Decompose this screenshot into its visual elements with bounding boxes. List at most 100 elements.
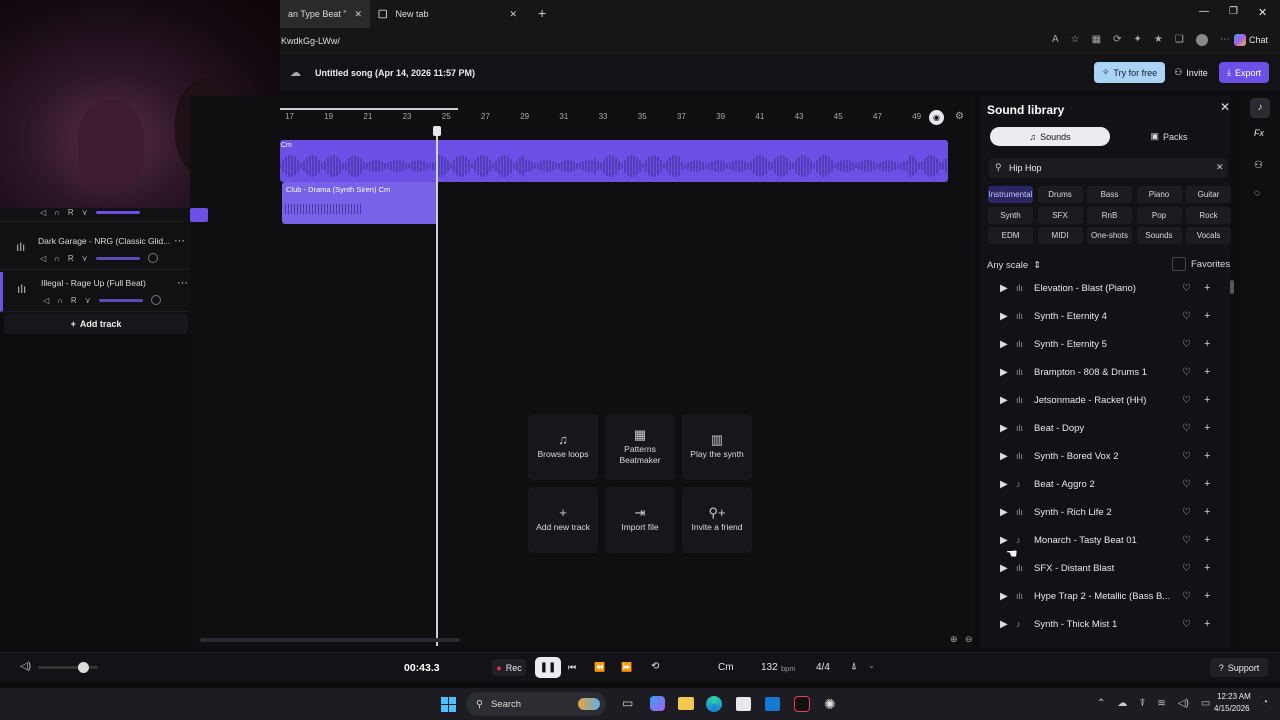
sound-list-item[interactable]: ▶ ılı Synth - Eternity 5 ♡ +: [994, 330, 1220, 358]
heart-icon[interactable]: ♡: [1182, 395, 1191, 406]
sound-list-item[interactable]: ▶ ılı Brampton - 808 & Drums 1 ♡ +: [994, 358, 1220, 386]
export-button[interactable]: ⤓ Export: [1219, 62, 1269, 83]
track-menu-icon[interactable]: ⋯: [177, 276, 188, 289]
play-icon[interactable]: ▶: [1000, 395, 1008, 406]
filter-chip[interactable]: Pop: [1136, 206, 1182, 224]
task-view-icon[interactable]: ▭: [622, 696, 633, 710]
key-display[interactable]: Cm: [718, 662, 734, 673]
zoom-in-icon[interactable]: ⊕: [950, 634, 958, 645]
loop-icon[interactable]: ⟲: [651, 661, 659, 672]
edge-browser-icon[interactable]: [706, 696, 722, 712]
tray-chevron-icon[interactable]: ⌃: [1097, 698, 1105, 709]
play-icon[interactable]: ▶: [1000, 423, 1008, 434]
sound-list-item[interactable]: ▶ ılı Jetsonmade - Racket (HH) ♡ +: [994, 386, 1220, 414]
taskbar-search[interactable]: ⚲ Search: [466, 692, 606, 716]
track-name[interactable]: Dark Garage - NRG (Classic Glid...: [38, 236, 170, 246]
record-mode-button[interactable]: ◉: [929, 110, 944, 125]
action-person-add[interactable]: ⚲+ Invite a friend: [682, 487, 752, 553]
cloud-tray-icon[interactable]: ☁: [1117, 698, 1127, 709]
record-arm-button[interactable]: R: [68, 208, 74, 217]
maximize-icon[interactable]: ❐: [1229, 6, 1238, 17]
sound-list-item[interactable]: ▶ ılı Synth - Rich Life 2 ♡ +: [994, 498, 1220, 526]
battery-icon[interactable]: ▭: [1201, 698, 1210, 709]
close-tab-icon[interactable]: ✕: [509, 9, 517, 20]
add-sound-icon[interactable]: +: [1204, 590, 1210, 602]
favorites-checkbox[interactable]: [1172, 257, 1186, 271]
read-aloud-icon[interactable]: A: [1052, 34, 1059, 46]
fast-forward-icon[interactable]: ⏩: [621, 662, 632, 673]
filter-chip[interactable]: MIDI: [1037, 227, 1083, 244]
library-rail-icon[interactable]: ♪: [1250, 98, 1270, 118]
pan-knob[interactable]: [150, 295, 161, 305]
add-sound-icon[interactable]: +: [1204, 534, 1210, 546]
timeline-settings-icon[interactable]: ⚙: [955, 111, 964, 122]
scale-select[interactable]: Any scale ⇕: [987, 260, 1041, 271]
automation-icon[interactable]: ⋎: [85, 296, 91, 305]
record-arm-button[interactable]: R: [71, 296, 77, 305]
volume-icon[interactable]: ◁: [40, 254, 46, 263]
sound-list-item[interactable]: ▶ ılı Hype Trap 2 - Metallic (Bass B... ♡ +: [994, 582, 1220, 610]
favorite-star-icon[interactable]: ☆: [1071, 34, 1080, 46]
volume-slider[interactable]: [98, 298, 143, 302]
sound-list-item[interactable]: ▶ ılı SFX - Distant Blast ♡ +: [994, 554, 1220, 582]
record-button[interactable]: ● Rec: [492, 659, 526, 676]
metronome-icon[interactable]: ⍋: [851, 661, 857, 672]
effects-rail-icon[interactable]: Fx: [1254, 128, 1264, 138]
horizontal-scrollbar[interactable]: [200, 638, 460, 642]
sound-list-item[interactable]: ▶ ılı Synth - Bored Vox 2 ♡ +: [994, 442, 1220, 470]
close-tab-icon[interactable]: ✕: [354, 9, 362, 20]
support-button[interactable]: ? Support: [1210, 658, 1268, 677]
play-icon[interactable]: ▶: [1000, 367, 1008, 378]
filter-chip[interactable]: Piano: [1136, 186, 1182, 203]
bpm-value[interactable]: 132: [761, 662, 778, 673]
filter-chip[interactable]: One-shots: [1087, 227, 1132, 244]
action-import[interactable]: ⇥ Import file: [605, 487, 675, 553]
play-icon[interactable]: ▶: [1000, 535, 1008, 546]
action-music-note[interactable]: ♫ Browse loops: [528, 414, 598, 480]
track-menu-icon[interactable]: ⋯: [174, 234, 185, 247]
collections-icon[interactable]: ❏: [1175, 34, 1184, 46]
clock-time[interactable]: 12:23 AM: [1217, 692, 1251, 701]
audio-clip-second[interactable]: Club - Drama (Synth Siren) Cm: [282, 182, 438, 224]
song-title[interactable]: Untitled song (Apr 14, 2026 11:57 PM): [315, 68, 475, 78]
clear-search-icon[interactable]: ✕: [1216, 162, 1224, 173]
add-sound-icon[interactable]: +: [1204, 366, 1210, 378]
time-signature[interactable]: 4/4: [816, 662, 830, 673]
master-volume-icon[interactable]: ◁): [20, 661, 31, 672]
library-search-input[interactable]: ⚲ Hip Hop ✕: [989, 158, 1227, 178]
heart-icon[interactable]: ♡: [1182, 283, 1191, 294]
filter-chip[interactable]: EDM: [988, 227, 1033, 244]
play-pause-button[interactable]: ❚❚: [535, 657, 561, 678]
add-sound-icon[interactable]: +: [1204, 618, 1210, 630]
loop-region[interactable]: [280, 108, 458, 110]
tab-packs[interactable]: ▣ Packs: [1112, 127, 1226, 146]
clip-fragment[interactable]: [190, 208, 208, 222]
microphone-icon[interactable]: ⍒: [1139, 698, 1145, 709]
heart-icon[interactable]: ♡: [1182, 563, 1191, 574]
filter-chip[interactable]: Vocals: [1186, 227, 1231, 244]
favorites-icon[interactable]: ★: [1154, 34, 1163, 46]
filter-chip[interactable]: Guitar: [1186, 186, 1231, 203]
play-icon[interactable]: ▶: [1000, 479, 1008, 490]
automation-icon[interactable]: ⋎: [82, 208, 88, 217]
headphones-icon[interactable]: ∩: [54, 208, 60, 217]
invite-button[interactable]: ⚇ Invite: [1168, 62, 1214, 83]
playhead-handle[interactable]: [433, 126, 441, 136]
track-name[interactable]: Illegal - Rage Up (Full Beat): [41, 278, 146, 288]
start-menu-icon[interactable]: [441, 697, 456, 712]
play-icon[interactable]: ▶: [1000, 311, 1008, 322]
filter-chip[interactable]: Sounds: [1136, 227, 1182, 244]
collaborators-rail-icon[interactable]: ⚇: [1254, 160, 1263, 171]
rewind-icon[interactable]: ⏪: [594, 662, 605, 673]
volume-slider[interactable]: [95, 211, 140, 214]
store-icon[interactable]: [736, 697, 751, 711]
play-icon[interactable]: ▶: [1000, 283, 1008, 294]
filter-chip[interactable]: Rock: [1186, 206, 1231, 224]
action-grid[interactable]: ▦ Patterns Beatmaker: [605, 414, 675, 480]
copilot-taskbar-icon[interactable]: [650, 696, 665, 711]
more-icon[interactable]: ⋯: [1220, 34, 1230, 46]
close-window-icon[interactable]: ✕: [1258, 6, 1267, 19]
speaker-icon[interactable]: ◁): [1178, 698, 1189, 709]
master-volume-slider[interactable]: [38, 662, 98, 673]
browser-tab-new[interactable]: New tab ✕: [370, 0, 525, 28]
